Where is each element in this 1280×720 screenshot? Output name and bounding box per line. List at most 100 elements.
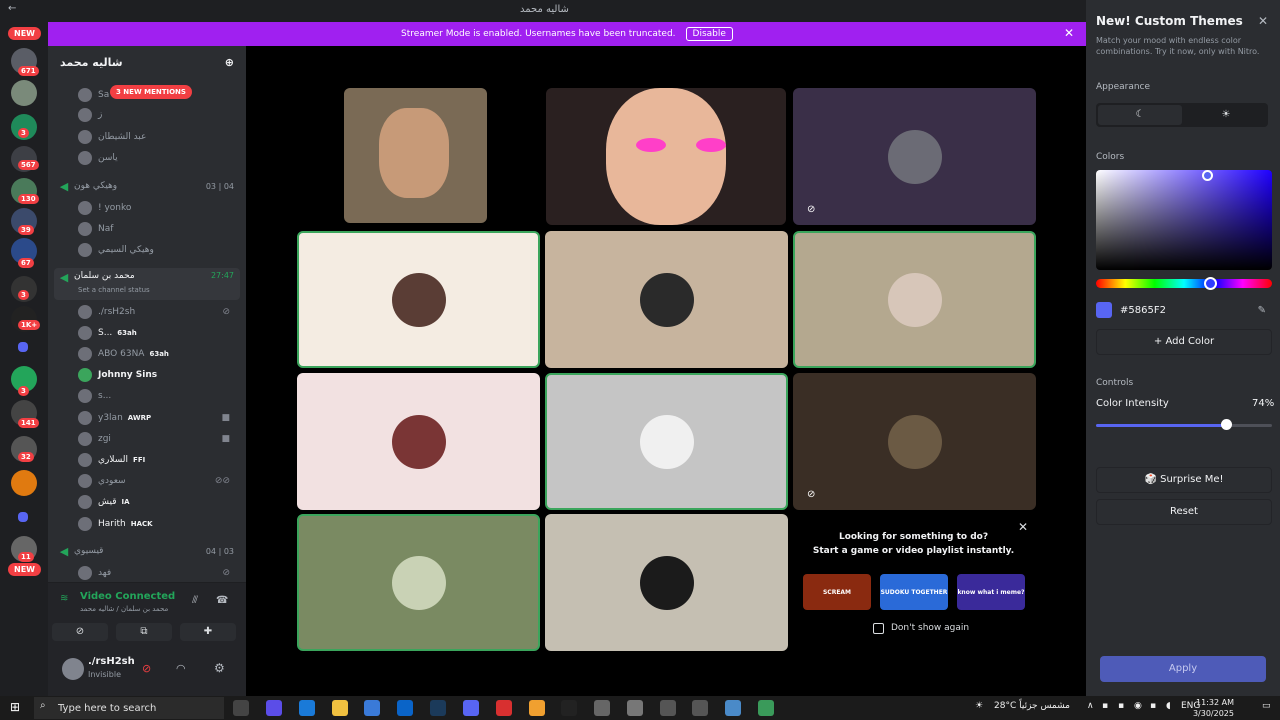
- video-tile[interactable]: ⊘: [793, 88, 1036, 225]
- tray-app-icon[interactable]: ▪: [1118, 701, 1124, 711]
- screen-share-button[interactable]: ⧉: [116, 623, 172, 641]
- server-icon[interactable]: [11, 470, 37, 496]
- headphones-icon[interactable]: ◠: [176, 662, 186, 675]
- app-icon[interactable]: [627, 700, 643, 716]
- add-member-icon[interactable]: ⊕: [225, 56, 234, 69]
- back-icon[interactable]: ←: [8, 3, 16, 14]
- list-item[interactable]: Naf: [78, 219, 238, 239]
- edge-icon[interactable]: [299, 700, 315, 716]
- list-item[interactable]: ./rsH2sh ⊘: [78, 302, 238, 322]
- file-explorer-icon[interactable]: [332, 700, 348, 716]
- activity-card[interactable]: SUDOKU TOGETHER: [880, 574, 948, 610]
- hex-value[interactable]: #5865F2: [1120, 305, 1166, 316]
- list-item[interactable]: Harith HACK: [78, 514, 238, 534]
- new-pill[interactable]: NEW: [8, 27, 41, 40]
- close-icon[interactable]: ✕: [1258, 14, 1268, 28]
- voice-channel[interactable]: ◀ وهيكي هون 03 | 04: [54, 176, 240, 196]
- chrome-icon[interactable]: [529, 700, 545, 716]
- voice-channel-active[interactable]: ◀ محمد بن سلمان 27:47 Set a channel stat…: [54, 268, 240, 300]
- guild-header[interactable]: شالیه محمد ⊕: [48, 46, 246, 78]
- intensity-slider-track[interactable]: [1226, 424, 1272, 427]
- video-tile[interactable]: [545, 231, 788, 368]
- app-icon[interactable]: [496, 700, 512, 716]
- app-icon[interactable]: [561, 700, 577, 716]
- mic-muted-icon[interactable]: ⊘: [142, 662, 151, 675]
- list-item[interactable]: ياسن: [78, 148, 238, 168]
- apply-button[interactable]: Apply: [1100, 656, 1266, 682]
- channel-status[interactable]: Set a channel status: [78, 286, 150, 294]
- video-tile[interactable]: [545, 514, 788, 651]
- list-item[interactable]: سعودي ⊘⊘: [78, 471, 238, 491]
- settings-icon[interactable]: [594, 700, 610, 716]
- video-tile[interactable]: ⊘: [793, 373, 1036, 510]
- notifications-icon[interactable]: ▭: [1262, 701, 1271, 711]
- weather-icon[interactable]: ☀: [975, 701, 983, 711]
- disable-button[interactable]: Disable: [685, 27, 733, 41]
- tray-app-icon[interactable]: ▪: [1102, 701, 1108, 711]
- clock[interactable]: 11:32 AM 3/30/2025: [1193, 697, 1234, 719]
- video-tile[interactable]: [297, 373, 540, 510]
- folder-icon[interactable]: [18, 512, 28, 522]
- list-item[interactable]: السلاري FFI: [78, 450, 238, 470]
- close-icon[interactable]: ✕: [1064, 26, 1074, 40]
- noise-suppression-icon[interactable]: ⫻: [192, 595, 198, 606]
- task-view-icon[interactable]: [233, 700, 249, 716]
- outlook-icon[interactable]: [397, 700, 413, 716]
- steam-icon[interactable]: [430, 700, 446, 716]
- list-item[interactable]: ABO 63NA 63ah: [78, 344, 238, 364]
- intensity-slider-handle[interactable]: [1221, 419, 1232, 430]
- color-picker[interactable]: [1096, 170, 1272, 270]
- server-icon[interactable]: [11, 80, 37, 106]
- list-item[interactable]: قیش IA: [78, 492, 238, 512]
- tray-chevron-icon[interactable]: ∧: [1087, 701, 1094, 711]
- list-item[interactable]: S... 63ah: [78, 323, 238, 343]
- video-tile[interactable]: [297, 231, 540, 368]
- tray-app-icon[interactable]: ▪: [1150, 701, 1156, 711]
- dark-mode-icon[interactable]: ☾: [1098, 105, 1182, 125]
- list-item[interactable]: ﻓﻬﺪ ⊘: [78, 563, 238, 583]
- discord-icon[interactable]: [463, 700, 479, 716]
- app-icon[interactable]: [725, 700, 741, 716]
- hue-slider[interactable]: [1096, 277, 1272, 290]
- activities-button[interactable]: ✚: [180, 623, 236, 641]
- network-icon[interactable]: ◉: [1134, 701, 1142, 711]
- light-mode-icon[interactable]: ☀: [1184, 103, 1268, 127]
- list-item[interactable]: y3lan AWRP ■: [78, 408, 238, 428]
- list-item[interactable]: ز: [78, 105, 238, 125]
- copilot-icon[interactable]: [266, 700, 282, 716]
- video-tile[interactable]: [545, 373, 788, 510]
- add-color-button[interactable]: + Add Color: [1096, 329, 1272, 355]
- app-icon[interactable]: [660, 700, 676, 716]
- voice-channel[interactable]: ◀ قيسيوي 04 | 03: [54, 541, 240, 561]
- list-item[interactable]: وهيكي السيمي: [78, 240, 238, 260]
- disconnect-icon[interactable]: ☎: [216, 595, 228, 606]
- video-tile[interactable]: [793, 231, 1036, 368]
- hue-slider-handle[interactable]: [1204, 277, 1217, 290]
- volume-icon[interactable]: ◖: [1166, 701, 1171, 711]
- list-item[interactable]: عبد الشیطان: [78, 127, 238, 147]
- video-tile[interactable]: [297, 514, 540, 651]
- list-item[interactable]: Johnny Sins: [78, 365, 238, 385]
- gear-icon[interactable]: ⚙: [214, 661, 225, 675]
- color-picker-handle[interactable]: [1202, 170, 1213, 181]
- list-item[interactable]: zgi ■: [78, 429, 238, 449]
- activity-card[interactable]: know what i meme?: [957, 574, 1025, 610]
- store-icon[interactable]: [364, 700, 380, 716]
- dont-show-checkbox[interactable]: [873, 623, 884, 634]
- app-icon[interactable]: [692, 700, 708, 716]
- weather-text[interactable]: 28°C مشمس جزئياً: [994, 701, 1070, 711]
- app-icon[interactable]: [758, 700, 774, 716]
- video-tile[interactable]: [546, 88, 786, 225]
- signal-icon[interactable]: ≋: [60, 593, 68, 604]
- intensity-slider-fill[interactable]: [1096, 424, 1226, 427]
- camera-off-button[interactable]: ⊘: [52, 623, 108, 641]
- folder-icon[interactable]: [18, 342, 28, 352]
- eyedropper-icon[interactable]: ✎: [1258, 305, 1266, 316]
- video-tile[interactable]: [344, 88, 487, 223]
- list-item[interactable]: ! yonko: [78, 198, 238, 218]
- activity-card[interactable]: SCREAM: [803, 574, 871, 610]
- windows-start-icon[interactable]: ⊞: [10, 700, 20, 714]
- surprise-button[interactable]: 🎲 Surprise Me!: [1096, 467, 1272, 493]
- list-item[interactable]: s...: [78, 386, 238, 406]
- avatar[interactable]: [62, 658, 84, 680]
